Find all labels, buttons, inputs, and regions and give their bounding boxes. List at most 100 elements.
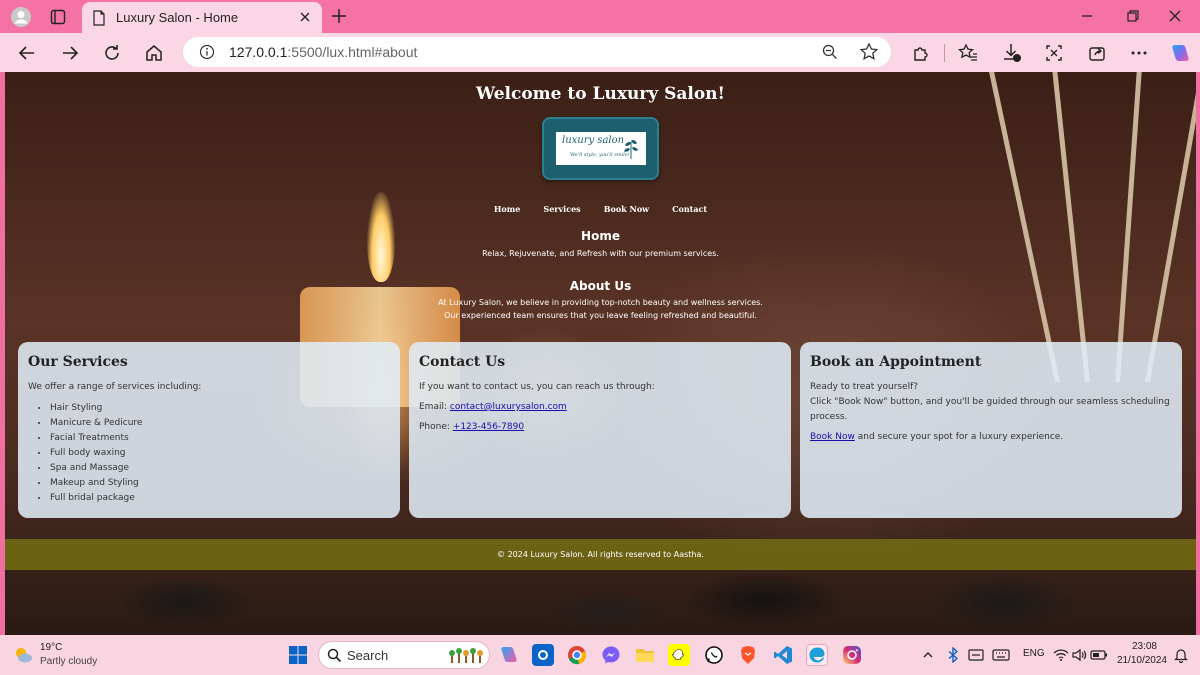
extensions-icon[interactable] <box>909 41 933 65</box>
about-line-1: At Luxury Salon, we believe in providing… <box>438 298 763 307</box>
taskbar-search[interactable]: Search <box>318 641 490 669</box>
booking-card: Book an Appointment Ready to treat yours… <box>800 342 1182 518</box>
services-list: Hair Styling Manicure & Pedicure Facial … <box>28 401 390 506</box>
list-item: Makeup and Styling <box>38 476 390 491</box>
downloads-icon[interactable] <box>1000 41 1024 65</box>
booking-line-1: Ready to treat yourself? <box>810 382 919 392</box>
notification-bell-icon[interactable] <box>1170 644 1192 666</box>
copilot-icon[interactable] <box>1168 41 1192 65</box>
edge-icon[interactable] <box>806 644 828 666</box>
search-highlight-icon <box>449 645 485 669</box>
screenshot-icon[interactable] <box>1042 41 1066 65</box>
salon-logo: luxury salon We'll style, you'll smile! <box>542 117 659 180</box>
page-viewport: Welcome to Luxury Salon! luxury salon We… <box>5 72 1196 635</box>
reed-decor <box>1145 72 1196 383</box>
main-nav: Home Services Book Now Contact <box>5 197 1196 216</box>
share-icon[interactable] <box>1085 41 1109 65</box>
book-now-link[interactable]: Book Now <box>810 432 855 442</box>
reed-decor <box>1050 72 1090 383</box>
reed-decor <box>986 72 1060 383</box>
list-item: Facial Treatments <box>38 431 390 446</box>
back-icon[interactable] <box>15 41 39 65</box>
phone-link[interactable]: +123-456-7890 <box>453 422 524 432</box>
taskbar: 19°C Partly cloudy Search ENG 23:08 21/1… <box>0 635 1200 675</box>
forward-icon[interactable] <box>58 41 82 65</box>
address-bar[interactable]: 127.0.0.1:5500/lux.html#about <box>183 37 891 67</box>
more-icon[interactable] <box>1127 41 1151 65</box>
services-intro: We offer a range of services including: <box>28 382 202 392</box>
booking-cta-text: and secure your spot for a luxury experi… <box>854 432 1064 442</box>
copilot-app-icon[interactable] <box>498 644 520 666</box>
messenger-icon[interactable] <box>600 644 622 666</box>
clock-date[interactable]: 21/10/2024 <box>1107 655 1167 666</box>
language-indicator[interactable]: ENG <box>1023 648 1045 659</box>
bluetooth-icon[interactable] <box>942 644 964 666</box>
network-adapter-icon[interactable] <box>965 644 987 666</box>
about-line-2: Our experienced team ensures that you le… <box>444 311 757 320</box>
leaf-icon <box>622 136 640 160</box>
close-icon[interactable] <box>296 8 314 26</box>
nav-home[interactable]: Home <box>494 204 520 214</box>
list-item: Spa and Massage <box>38 461 390 476</box>
nav-services[interactable]: Services <box>543 204 580 214</box>
favorite-star-icon[interactable] <box>859 42 879 66</box>
stones-decor <box>5 572 1196 635</box>
browser-toolbar: 127.0.0.1:5500/lux.html#about <box>0 33 1200 72</box>
list-item: Full body waxing <box>38 446 390 461</box>
logo-tagline: We'll style, you'll smile! <box>570 152 630 158</box>
list-item: Hair Styling <box>38 401 390 416</box>
site-title: Welcome to Luxury Salon! <box>476 84 725 104</box>
volume-icon[interactable] <box>1068 644 1090 666</box>
weather-icon[interactable] <box>12 644 34 666</box>
tab-actions-icon[interactable] <box>46 5 70 29</box>
whatsapp-icon[interactable] <box>703 644 725 666</box>
services-card: Our Services We offer a range of service… <box>18 342 400 518</box>
weather-temp[interactable]: 19°C <box>40 642 62 653</box>
active-tab[interactable]: Luxury Salon - Home <box>82 2 322 33</box>
snapchat-icon[interactable] <box>668 644 690 666</box>
weather-desc[interactable]: Partly cloudy <box>40 656 97 667</box>
contact-heading: Contact Us <box>419 354 506 370</box>
minimize-icon[interactable] <box>1077 6 1097 26</box>
info-icon[interactable] <box>199 44 215 64</box>
zoom-icon[interactable] <box>821 43 839 65</box>
contact-intro: If you want to contact us, you can reach… <box>419 382 655 392</box>
home-icon[interactable] <box>142 41 166 65</box>
chrome-icon[interactable] <box>566 644 588 666</box>
instagram-icon[interactable] <box>841 644 863 666</box>
search-label: Search <box>347 648 389 663</box>
window-close-icon[interactable] <box>1165 6 1185 26</box>
tab-strip: Luxury Salon - Home <box>0 0 1200 33</box>
chevron-up-icon[interactable] <box>917 644 939 666</box>
about-heading: About Us <box>569 279 632 293</box>
phone-label: Phone: <box>419 422 453 432</box>
url-host: 127.0.0.1 <box>229 44 288 60</box>
url-path: :5500/lux.html#about <box>287 44 418 60</box>
nav-contact[interactable]: Contact <box>672 204 707 214</box>
profile-icon[interactable] <box>9 5 33 29</box>
email-link[interactable]: contact@luxurysalon.com <box>450 402 567 412</box>
brave-icon[interactable] <box>737 644 759 666</box>
url-text[interactable]: 127.0.0.1:5500/lux.html#about <box>229 44 417 60</box>
restore-icon[interactable] <box>1123 6 1143 26</box>
toolbar-divider <box>944 44 945 62</box>
new-tab-icon[interactable] <box>328 5 350 27</box>
favorites-icon[interactable] <box>956 41 980 65</box>
start-icon[interactable] <box>287 644 309 666</box>
site-footer: © 2024 Luxury Salon. All rights reserved… <box>5 539 1196 570</box>
logo-text: luxury salon <box>562 135 625 146</box>
home-heading: Home <box>581 229 620 243</box>
vscode-icon[interactable] <box>772 644 794 666</box>
booking-cta: Book Now and secure your spot for a luxu… <box>810 430 1172 445</box>
list-item: Full bridal package <box>38 491 390 506</box>
booking-heading: Book an Appointment <box>810 354 982 370</box>
refresh-icon[interactable] <box>100 41 124 65</box>
keyboard-icon[interactable] <box>990 644 1012 666</box>
file-explorer-icon[interactable] <box>634 644 656 666</box>
list-item: Manicure & Pedicure <box>38 416 390 431</box>
contact-card: Contact Us If you want to contact us, yo… <box>409 342 791 518</box>
clock-time[interactable]: 23:08 <box>1117 641 1157 652</box>
search-icon <box>327 648 342 667</box>
nav-book-now[interactable]: Book Now <box>604 204 649 214</box>
outlook-icon[interactable] <box>532 644 554 666</box>
